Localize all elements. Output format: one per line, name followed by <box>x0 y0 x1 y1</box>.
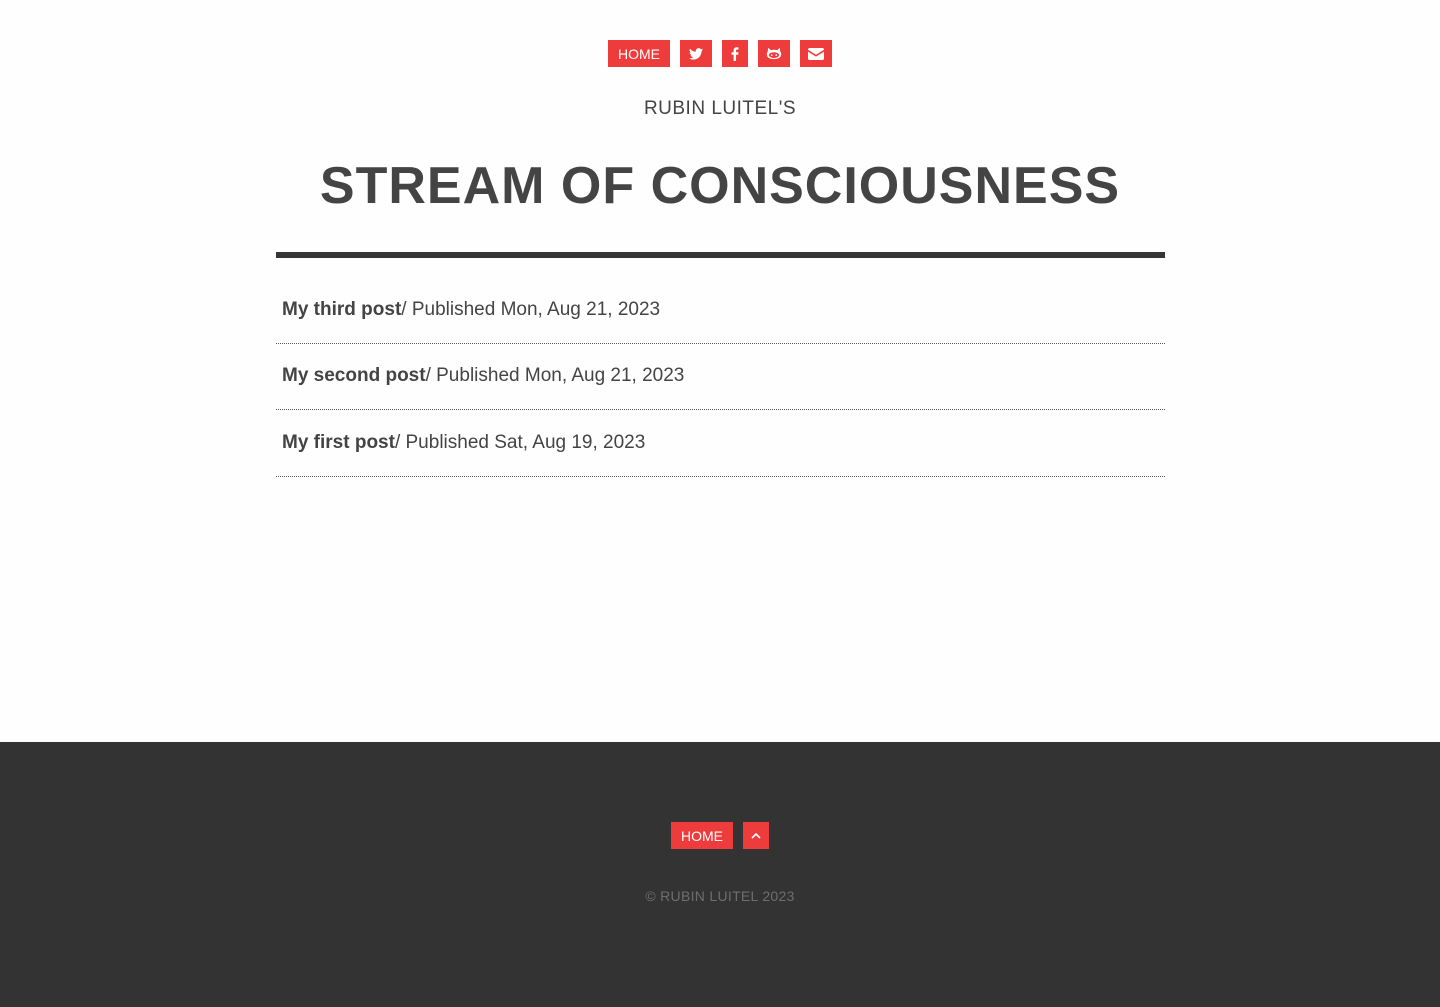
facebook-link[interactable] <box>722 40 748 67</box>
email-link[interactable] <box>800 40 832 67</box>
site-footer: HOME © RUBIN LUITEL 2023 <box>0 742 1440 1007</box>
list-item: My first post / Published Sat, Aug 19, 20… <box>276 410 1165 477</box>
list-item: My second post / Published Mon, Aug 21, 2… <box>276 344 1165 410</box>
home-button[interactable]: HOME <box>608 40 670 67</box>
github-link[interactable] <box>758 40 790 67</box>
post-published-date: / Published Sat, Aug 19, 2023 <box>394 431 646 453</box>
chevron-up-icon <box>751 832 761 840</box>
header-divider <box>276 252 1165 258</box>
github-icon <box>766 47 782 60</box>
twitter-link[interactable] <box>680 40 712 67</box>
post-published-date: / Published Mon, Aug 21, 2023 <box>425 365 685 387</box>
envelope-icon <box>808 47 824 60</box>
post-published-date: / Published Mon, Aug 21, 2023 <box>401 298 661 320</box>
post-title-link[interactable]: My third post <box>282 299 401 321</box>
list-item: My third post / Published Mon, Aug 21, 20… <box>276 277 1165 344</box>
site-subtitle: RUBIN LUITEL'S <box>643 98 797 119</box>
back-to-top-button[interactable] <box>743 822 769 849</box>
footer-home-button[interactable]: HOME <box>671 822 733 849</box>
top-nav: HOME <box>0 40 1440 67</box>
post-title-link[interactable]: My first post <box>282 432 395 454</box>
facebook-icon <box>731 46 739 61</box>
post-title-link[interactable]: My second post <box>282 365 426 387</box>
twitter-icon <box>689 47 703 60</box>
post-list: My third post / Published Mon, Aug 21, 20… <box>276 277 1165 477</box>
footer-nav: HOME <box>0 822 1440 849</box>
site-title: STREAM OF CONSCIOUSNESS <box>319 157 1121 215</box>
copyright-text: © RUBIN LUITEL 2023 <box>645 888 795 904</box>
